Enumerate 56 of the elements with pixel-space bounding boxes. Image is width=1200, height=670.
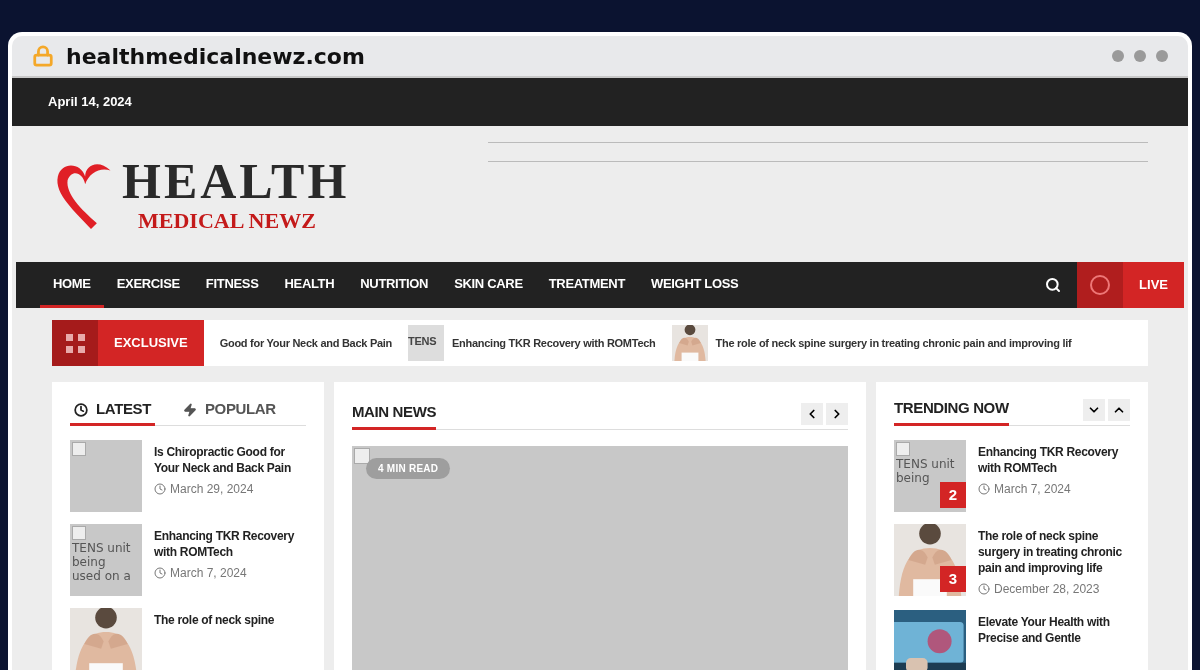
nav-link[interactable]: HEALTH bbox=[271, 262, 348, 308]
nav-link[interactable]: TREATMENT bbox=[535, 262, 639, 308]
clock-icon bbox=[978, 483, 990, 495]
post-date: December 28, 2023 bbox=[994, 581, 1100, 598]
image-alt-text: TENS bbox=[408, 335, 437, 348]
lock-icon bbox=[32, 45, 54, 67]
rank-badge: 3 bbox=[940, 566, 966, 592]
clock-icon bbox=[154, 483, 166, 495]
logo-title: HEALTH bbox=[122, 156, 350, 206]
panel-tab[interactable]: POPULAR bbox=[178, 396, 280, 426]
post-title[interactable]: Enhancing TKR Recovery with ROMTech bbox=[978, 444, 1130, 476]
post-title[interactable]: Elevate Your Health with Precise and Gentle bbox=[978, 614, 1130, 646]
rank-badge: 2 bbox=[940, 482, 966, 508]
nav-link[interactable]: WEIGHT LOSS bbox=[638, 262, 752, 308]
section-title: TRENDING NOW bbox=[894, 396, 1009, 426]
read-time-badge: 4 MIN READ bbox=[366, 458, 451, 479]
section-title: MAIN NEWS bbox=[352, 400, 437, 430]
post-date: March 7, 2024 bbox=[170, 565, 247, 582]
ticker-item[interactable]: TENS Enhancing TKR Recovery with ROMTech bbox=[392, 325, 656, 361]
scroll-down-button[interactable] bbox=[1083, 399, 1105, 421]
clock-icon bbox=[154, 567, 166, 579]
ticker-title: The role of neck spine surgery in treating chronic pain and improving lif bbox=[715, 335, 1072, 351]
ticker-title: Enhancing TKR Recovery with ROMTech bbox=[452, 335, 656, 351]
ticker-label: EXCLUSIVE bbox=[52, 320, 204, 366]
nav-link[interactable]: FITNESS bbox=[192, 262, 272, 308]
post-title[interactable]: Is Chiropractic Good for Your Neck and Back Pain bbox=[154, 444, 306, 476]
panel-tab[interactable]: LATEST bbox=[70, 396, 155, 426]
post-date: March 29, 2024 bbox=[170, 481, 254, 498]
top-date: April 14, 2024 bbox=[48, 93, 132, 112]
nav-link[interactable]: EXERCISE bbox=[103, 262, 193, 308]
search-icon bbox=[1045, 277, 1062, 293]
post-date: March 7, 2024 bbox=[994, 481, 1071, 498]
live-ring-icon bbox=[1090, 275, 1111, 295]
broken-image-icon bbox=[354, 448, 370, 464]
clock-icon bbox=[74, 402, 88, 417]
nav-link[interactable]: SKIN CARE bbox=[441, 262, 536, 308]
ticker-item[interactable]: The role of neck spine surgery in treating chronic pain and improving lif bbox=[655, 325, 1072, 361]
broken-image-icon bbox=[72, 526, 86, 540]
post-title[interactable]: The role of neck spine bbox=[154, 612, 275, 628]
post-title[interactable]: The role of neck spine surgery in treating chronic pain and improving life bbox=[978, 528, 1130, 576]
ticker-title: Good for Your Neck and Back Pain bbox=[219, 335, 393, 351]
broken-image-icon bbox=[896, 442, 910, 456]
url-text: healthmedicalnewz.com bbox=[66, 42, 365, 71]
logo-subtitle: MEDICAL NEWZ bbox=[138, 210, 317, 232]
clock-icon bbox=[978, 583, 990, 595]
broken-image-icon bbox=[72, 442, 86, 456]
ticker-item[interactable]: Good for Your Neck and Back Pain bbox=[203, 334, 393, 352]
image-alt-text: TENS unit being used on a bbox=[72, 542, 132, 584]
post-title[interactable]: Enhancing TKR Recovery with ROMTech bbox=[154, 528, 306, 560]
next-button[interactable] bbox=[826, 403, 848, 425]
previous-button[interactable] bbox=[801, 403, 823, 425]
nav-link[interactable]: HOME bbox=[40, 262, 104, 308]
nav-link[interactable]: NUTRITION bbox=[347, 262, 442, 308]
grid-icon bbox=[65, 333, 85, 353]
lightning-icon bbox=[182, 402, 197, 417]
scroll-up-button[interactable] bbox=[1108, 399, 1130, 421]
